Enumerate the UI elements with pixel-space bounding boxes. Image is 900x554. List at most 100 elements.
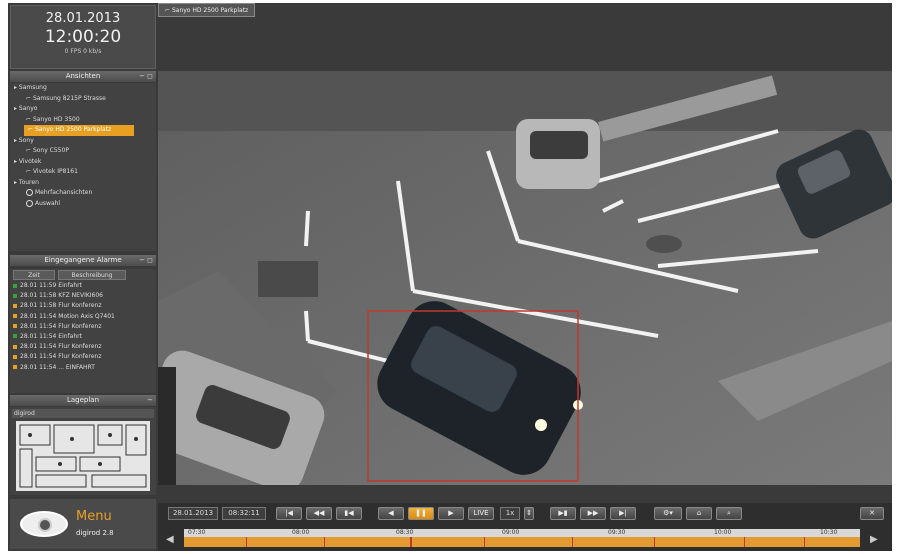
live-button[interactable]: LIVE: [468, 507, 494, 520]
timeline-event[interactable]: [572, 537, 573, 547]
camera-icon: ⌐: [26, 94, 33, 102]
alarm-row[interactable]: 28.01 11:54 Flur Konferenz: [10, 342, 156, 352]
view-icon: [26, 199, 33, 207]
camera-icon: ⌐: [26, 115, 33, 123]
eye-logo-icon[interactable]: [20, 511, 68, 537]
tree-item[interactable]: ⌐ Sanyo HD 3500: [10, 115, 156, 126]
play-button[interactable]: ▶: [438, 507, 464, 520]
tree-group[interactable]: ▸ Vivotek: [10, 157, 156, 168]
alarm-row[interactable]: 28.01 11:54 Einfahrt: [10, 332, 156, 342]
camera-icon: ⌐: [26, 147, 33, 154]
pause-button[interactable]: ❚❚: [408, 507, 434, 520]
map-select[interactable]: digirod: [12, 409, 154, 418]
frame-back-button[interactable]: ▮◀: [336, 507, 362, 520]
play-reverse-button[interactable]: ◀: [378, 507, 404, 520]
timeline-tick: 10:30: [820, 529, 838, 536]
alarm-columns: Zeit Beschreibung: [10, 269, 156, 281]
app-window: 28.01.2013 12:00:20 0 FPS 0 kb/s Ansicht…: [8, 3, 892, 551]
tree-item-label: Sony: [18, 136, 34, 144]
alarm-text: 28.01 11:58 KFZ NEVIKI606: [20, 292, 103, 300]
timeline-event[interactable]: [804, 537, 805, 547]
timeline[interactable]: 07:30 08:00 08:30 09:00 09:30 10:00 10:3…: [184, 529, 860, 547]
floor-plan-map[interactable]: [16, 421, 150, 491]
tree-item[interactable]: ⌐ Vivotek IP8161: [10, 167, 156, 178]
alarm-row[interactable]: 28.01 11:59 Einfahrt: [10, 281, 156, 291]
sidebar: 28.01.2013 12:00:20 0 FPS 0 kb/s Ansicht…: [8, 3, 158, 551]
timeline-event[interactable]: [246, 537, 247, 547]
timeline-tick: 10:00: [714, 529, 732, 536]
playhead[interactable]: [410, 537, 412, 547]
timeline-event[interactable]: [744, 537, 745, 547]
timeline-event[interactable]: [484, 537, 485, 547]
alarm-text: 28.01 11:54 Flur Konferenz: [20, 343, 102, 351]
jump-start-button[interactable]: |◀: [276, 507, 302, 520]
alarm-text: 28.01 11:54 Flur Konferenz: [20, 353, 102, 361]
alarm-row[interactable]: 28.01 11:54 Flur Konferenz: [10, 322, 156, 332]
alarm-row[interactable]: 28.01 11:54 ... EINFAHRT: [10, 363, 156, 373]
alarm-text: 28.01 11:54 ... EINFAHRT: [20, 363, 95, 371]
timeline-event[interactable]: [324, 537, 325, 547]
alarm-status-icon: [13, 365, 17, 369]
tree-item-label: Sanyo HD 2500 Parkplatz: [34, 126, 112, 133]
timeline-event[interactable]: [654, 537, 655, 547]
panel-controls-icon[interactable]: − ◻: [139, 71, 153, 82]
column-time[interactable]: Zeit: [13, 270, 55, 280]
tree-item-label: Mehrfachansichten: [35, 189, 93, 196]
home-icon[interactable]: ⌂: [686, 507, 712, 520]
menu-area: Menu digirod 2.8: [10, 499, 156, 549]
panel-controls-icon[interactable]: − ◻: [139, 255, 153, 266]
date-field[interactable]: 28.01.2013: [168, 507, 218, 520]
tree-item[interactable]: Auswahl: [10, 199, 156, 210]
rewind-button[interactable]: ◀◀: [306, 507, 332, 520]
alarm-row[interactable]: 28.01 11:54 Motion Axis Q7401: [10, 312, 156, 322]
alarm-row[interactable]: 28.01 11:54 Flur Konferenz: [10, 352, 156, 362]
views-panel-title: Ansichten: [65, 72, 101, 80]
map-panel-title: Lageplan: [66, 396, 100, 404]
speed-field[interactable]: 1x: [500, 507, 520, 520]
tree-item-label: Samsung 8215P Strasse: [32, 94, 106, 102]
camera-video-feed[interactable]: [158, 71, 892, 485]
alarms-panel-header: Eingegangene Alarme − ◻: [10, 255, 156, 266]
time-field[interactable]: 08:32:11: [222, 507, 266, 520]
timeline-right-arrow-icon[interactable]: ▶: [870, 534, 878, 545]
tree-item[interactable]: ⌐ Sony C550P: [10, 146, 156, 157]
timeline-tick: 08:00: [292, 529, 310, 536]
alarm-status-icon: [13, 314, 17, 319]
car-silver-parked: [516, 119, 600, 189]
speed-stepper[interactable]: ⇕: [524, 507, 534, 520]
camera-title: Sanyo HD 2500 Parkplatz: [171, 7, 249, 14]
alarm-row[interactable]: 28.01 11:58 Flur Konferenz: [10, 301, 156, 311]
alarm-status-icon: [13, 334, 17, 339]
tree-group[interactable]: ▸ Samsung: [10, 83, 156, 94]
jump-end-button[interactable]: ▶|: [610, 507, 636, 520]
timeline-bar[interactable]: [184, 537, 860, 547]
playback-toolbar: 28.01.2013 08:32:11 |◀ ◀◀ ▮◀ ◀ ❚❚ ▶ LIVE…: [158, 503, 892, 551]
search-icon[interactable]: ⌕: [716, 507, 742, 520]
alarm-status-icon: [13, 324, 17, 329]
minimize-icon[interactable]: −: [147, 395, 153, 406]
timeline-tick: 09:30: [608, 529, 626, 536]
tree-item-label: Vivotek: [18, 157, 42, 165]
close-icon[interactable]: ✕: [860, 507, 884, 520]
tree-item[interactable]: ⌐ Sanyo HD 2500 Parkplatz: [24, 125, 134, 136]
fps-readout: 0 FPS 0 kb/s: [64, 48, 102, 55]
menu-button[interactable]: Menu: [76, 509, 112, 524]
tree-group[interactable]: ▸ Touren: [10, 178, 156, 189]
frame-forward-button[interactable]: ▶▮: [550, 507, 576, 520]
camera-settings-button[interactable]: ⚙▾: [654, 507, 682, 520]
tree-group[interactable]: ▸ Sony: [10, 136, 156, 147]
tree-item-label: Sony C550P: [32, 147, 69, 154]
fast-forward-button[interactable]: ▶▶: [580, 507, 606, 520]
tree-item[interactable]: ⌐ Samsung 8215P Strasse: [10, 94, 156, 105]
timeline-tick: 07:30: [188, 529, 206, 536]
timeline-left-arrow-icon[interactable]: ◀: [166, 534, 174, 545]
main-view: ⌐ Sanyo HD 2500 Parkplatz 28.01.2013 08:…: [158, 3, 892, 551]
alarm-status-icon: [13, 293, 17, 298]
tree-item[interactable]: Mehrfachansichten: [10, 188, 156, 199]
clock-time: 12:00:20: [44, 27, 122, 47]
alarm-row[interactable]: 28.01 11:58 KFZ NEVIKI606: [10, 291, 156, 301]
camera-icon: ⌐: [165, 7, 171, 14]
tree-group[interactable]: ▸ Sanyo: [10, 104, 156, 115]
column-description[interactable]: Beschreibung: [58, 270, 126, 280]
camera-title-tab[interactable]: ⌐ Sanyo HD 2500 Parkplatz: [158, 3, 256, 17]
